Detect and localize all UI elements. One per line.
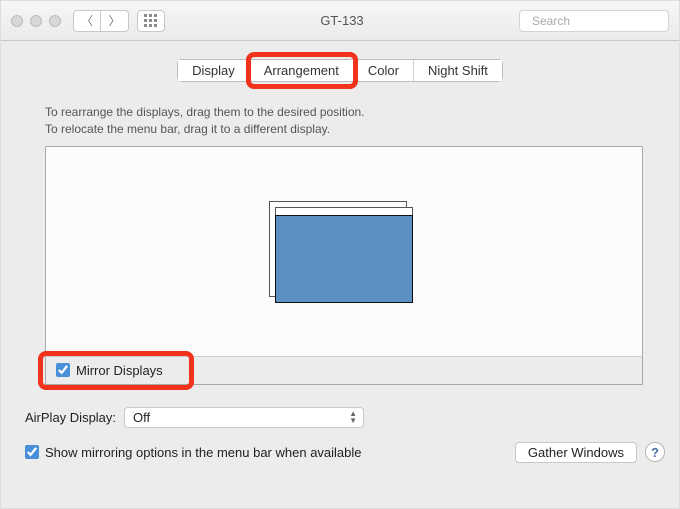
show-mirroring-checkbox[interactable] xyxy=(25,445,39,459)
back-button[interactable]: 〈 xyxy=(73,10,101,32)
search-field-wrap[interactable] xyxy=(519,10,669,32)
tab-night-shift[interactable]: Night Shift xyxy=(414,60,502,81)
mirror-displays-label[interactable]: Mirror Displays xyxy=(56,363,632,378)
prefs-window: 〈 〉 GT-133 Display Arrangement Color Nig… xyxy=(0,0,680,509)
search-input[interactable] xyxy=(532,14,680,28)
show-all-button[interactable] xyxy=(137,10,165,32)
nav-buttons: 〈 〉 xyxy=(73,10,129,32)
instructions-line-1: To rearrange the displays, drag them to … xyxy=(45,104,643,121)
grid-icon xyxy=(144,14,158,28)
instructions-text: To rearrange the displays, drag them to … xyxy=(1,82,679,146)
mirror-displays-checkbox[interactable] xyxy=(56,363,70,377)
tab-arrangement[interactable]: Arrangement xyxy=(250,60,354,81)
chevron-right-icon: 〉 xyxy=(108,12,120,29)
show-mirroring-label[interactable]: Show mirroring options in the menu bar w… xyxy=(25,445,362,460)
window-title: GT-133 xyxy=(173,13,511,28)
tab-group: Display Arrangement Color Night Shift xyxy=(177,59,503,82)
content-area: Display Arrangement Color Night Shift To… xyxy=(1,41,679,508)
airplay-row: AirPlay Display: Off ▲▼ xyxy=(1,385,679,438)
airplay-label: AirPlay Display: xyxy=(25,410,116,425)
display-front-icon[interactable] xyxy=(275,215,413,303)
airplay-select-value: Off xyxy=(133,410,150,425)
close-window-icon[interactable] xyxy=(11,15,23,27)
gather-windows-button[interactable]: Gather Windows xyxy=(515,442,637,463)
tab-color[interactable]: Color xyxy=(354,60,414,81)
menu-bar-handle[interactable] xyxy=(275,207,413,215)
bottom-right-group: Gather Windows ? xyxy=(515,442,665,463)
window-controls xyxy=(11,15,61,27)
mirror-row: Mirror Displays xyxy=(45,356,643,385)
zoom-window-icon[interactable] xyxy=(49,15,61,27)
minimize-window-icon[interactable] xyxy=(30,15,42,27)
bottom-row: Show mirroring options in the menu bar w… xyxy=(1,438,679,473)
forward-button[interactable]: 〉 xyxy=(101,10,129,32)
arrangement-canvas[interactable] xyxy=(45,146,643,356)
display-stack[interactable] xyxy=(275,207,413,295)
mirror-displays-text: Mirror Displays xyxy=(76,363,163,378)
tab-display[interactable]: Display xyxy=(178,60,250,81)
airplay-select[interactable]: Off ▲▼ xyxy=(124,407,364,428)
chevron-left-icon: 〈 xyxy=(81,12,93,29)
tab-bar: Display Arrangement Color Night Shift xyxy=(1,41,679,82)
instructions-line-2: To relocate the menu bar, drag it to a d… xyxy=(45,121,643,138)
caret-updown-icon: ▲▼ xyxy=(349,410,357,424)
show-mirroring-text: Show mirroring options in the menu bar w… xyxy=(45,445,362,460)
help-button[interactable]: ? xyxy=(645,442,665,462)
titlebar: 〈 〉 GT-133 xyxy=(1,1,679,41)
help-icon: ? xyxy=(651,445,659,460)
